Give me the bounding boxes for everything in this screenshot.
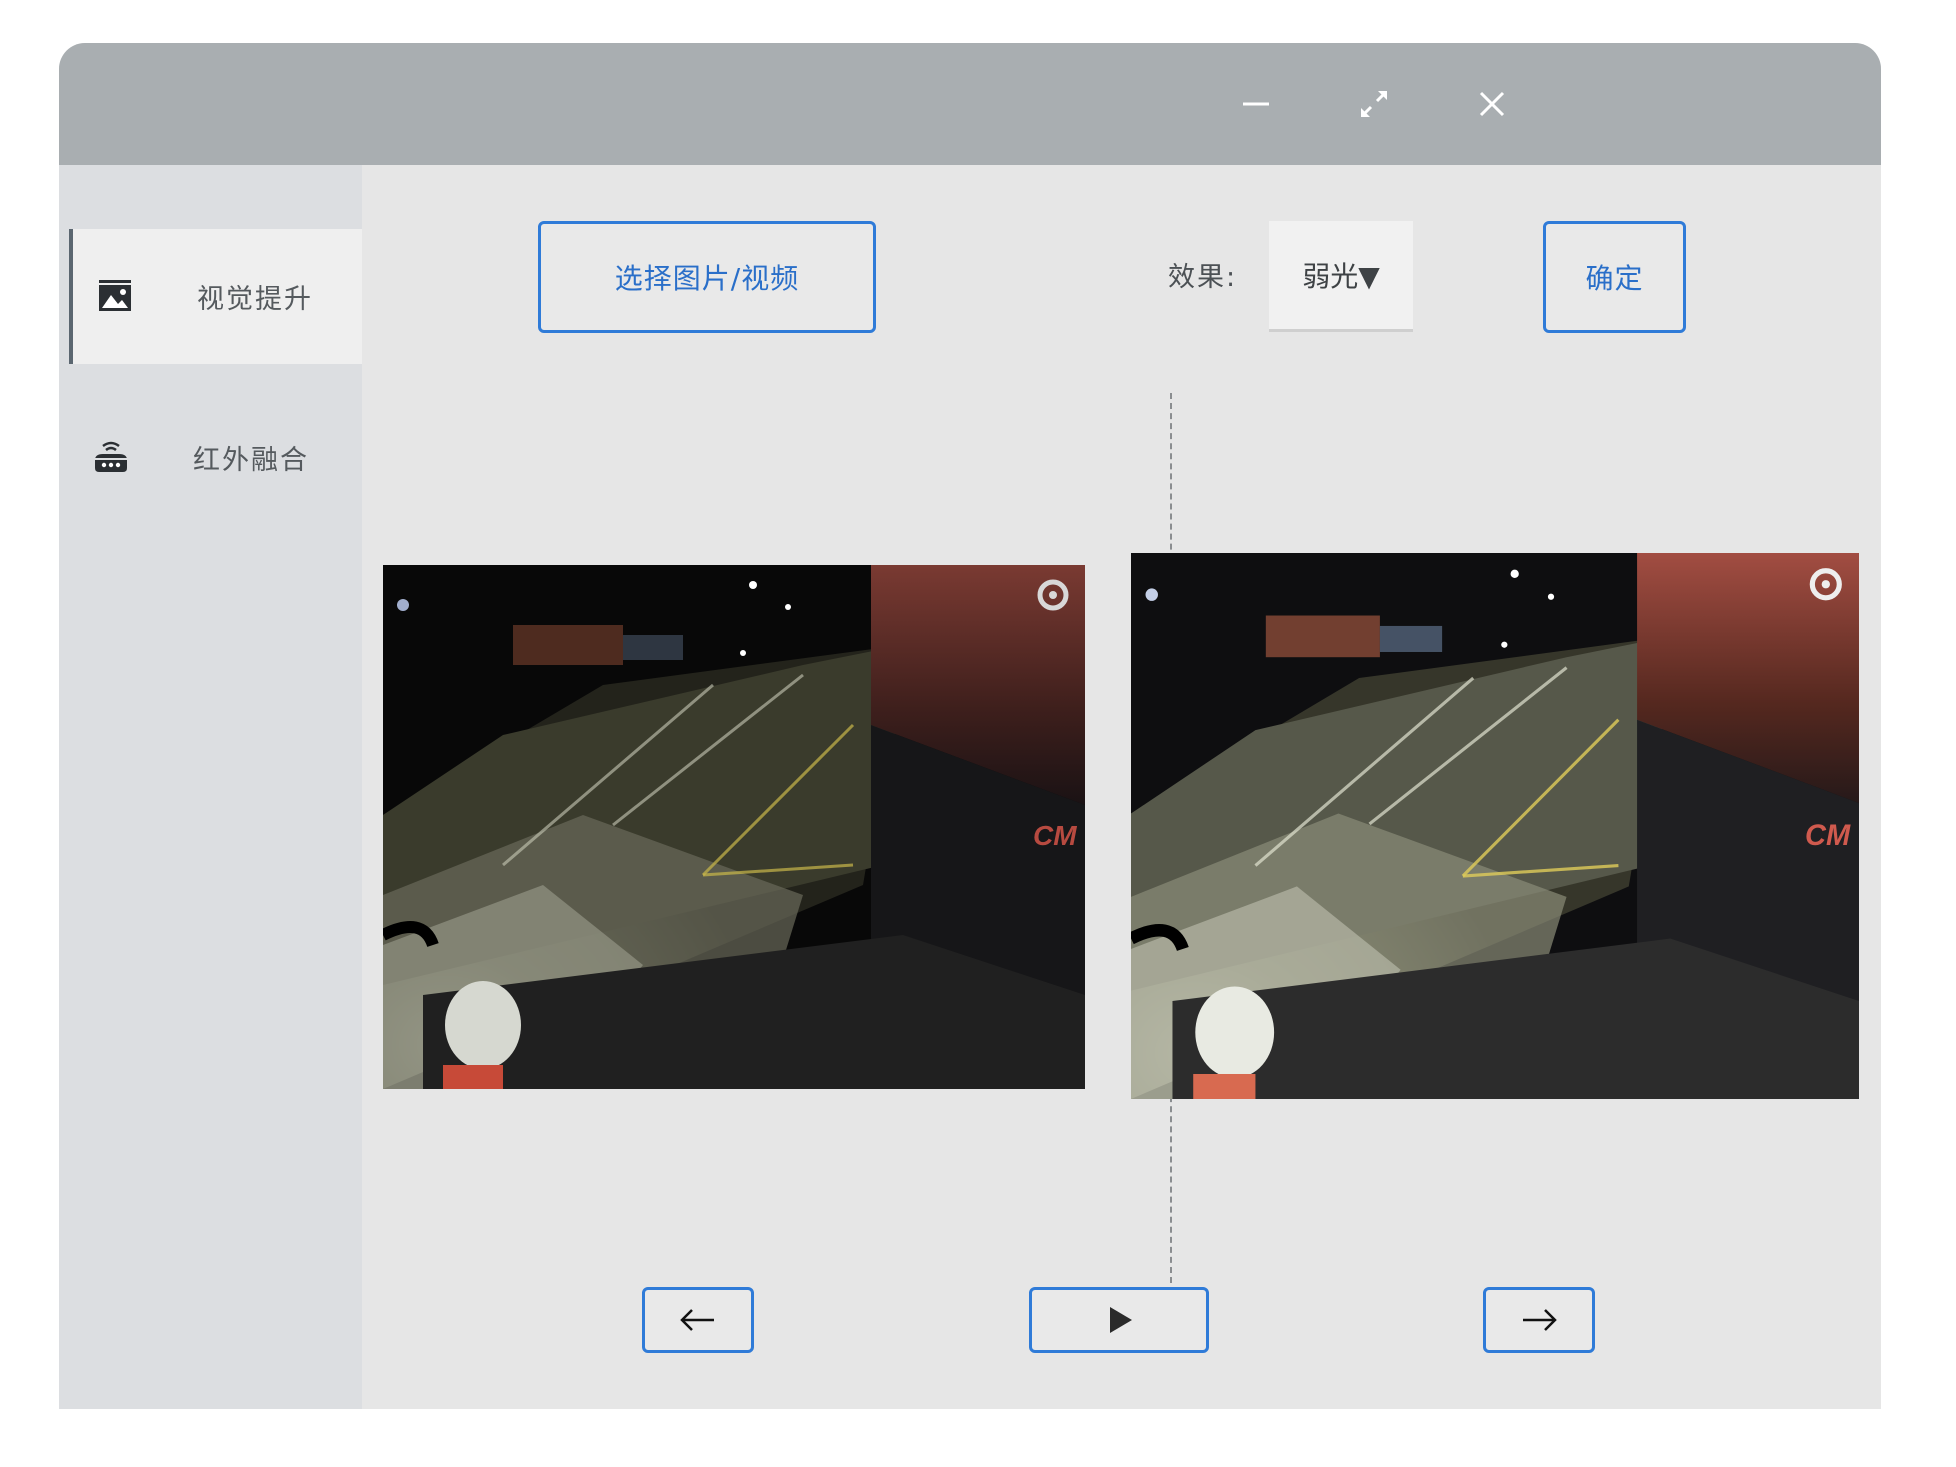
maximize-icon — [1361, 91, 1387, 117]
previous-button[interactable] — [642, 1287, 754, 1353]
image-icon — [99, 279, 131, 311]
next-button[interactable] — [1483, 1287, 1595, 1353]
svg-text:CM: CM — [1805, 820, 1851, 852]
infrared-device-icon — [95, 441, 127, 472]
app-window: 视觉提升 红外融合 选择图片/视频 效果: 弱光▼ 确定 CM CM — [59, 43, 1881, 1409]
sidebar-item-infrared-fusion[interactable]: 红外融合 — [69, 390, 362, 525]
play-button[interactable] — [1029, 1287, 1209, 1353]
svg-text:CM: CM — [1033, 820, 1077, 851]
effect-select[interactable]: 弱光▼ — [1269, 221, 1413, 332]
select-media-button[interactable]: 选择图片/视频 — [538, 221, 876, 333]
sidebar: 视觉提升 红外融合 — [59, 165, 362, 1409]
sidebar-item-label: 视觉提升 — [197, 284, 313, 315]
title-bar — [59, 43, 1881, 165]
play-icon — [1110, 1307, 1132, 1333]
arrow-left-icon — [680, 1309, 714, 1331]
minimize-icon — [1243, 102, 1269, 106]
close-button[interactable] — [1463, 75, 1521, 133]
main-content: 选择图片/视频 效果: 弱光▼ 确定 CM CM — [362, 165, 1881, 1409]
confirm-button[interactable]: 确定 — [1543, 221, 1686, 333]
minimize-button[interactable] — [1227, 75, 1285, 133]
arrow-right-icon — [1523, 1309, 1557, 1331]
maximize-button[interactable] — [1345, 75, 1403, 133]
sidebar-item-visual-enhance[interactable]: 视觉提升 — [69, 229, 362, 364]
effect-label: 效果: — [1168, 262, 1238, 293]
close-icon — [1479, 91, 1505, 117]
enhanced-image: CM — [1131, 553, 1859, 1099]
sidebar-item-label: 红外融合 — [193, 445, 309, 476]
original-image: CM — [383, 565, 1085, 1089]
